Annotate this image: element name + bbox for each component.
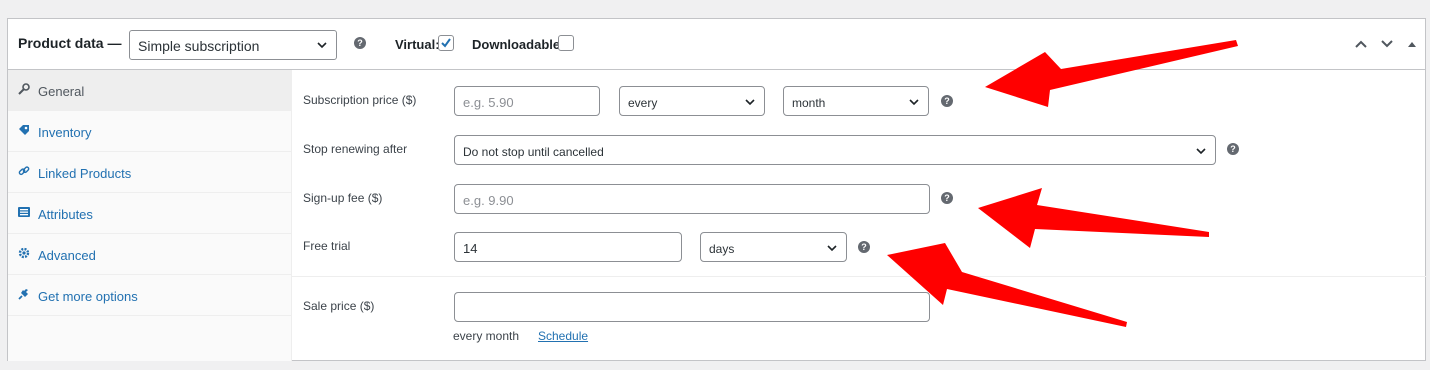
billing-period-select[interactable]: month bbox=[783, 86, 929, 116]
chevron-down-icon bbox=[317, 42, 327, 49]
billing-interval-select[interactable]: every bbox=[619, 86, 765, 116]
product-type-value: Simple subscription bbox=[138, 38, 260, 54]
billing-interval-value: every bbox=[628, 96, 658, 110]
subscription-price-label: Subscription price ($) bbox=[303, 93, 417, 107]
tag-icon bbox=[19, 125, 29, 135]
tab-advanced[interactable]: Advanced bbox=[8, 234, 292, 275]
gear-icon bbox=[18, 247, 30, 259]
stop-renewing-label: Stop renewing after bbox=[303, 142, 408, 156]
signup-fee-input[interactable]: e.g. 9.90 bbox=[454, 184, 930, 214]
downloadable-checkbox[interactable] bbox=[558, 35, 574, 51]
sale-price-input[interactable] bbox=[454, 292, 930, 322]
chevron-down-icon[interactable] bbox=[1380, 38, 1394, 50]
tab-label: Linked Products bbox=[38, 166, 132, 181]
product-data-panel: Product data — Simple subscription ? Vir… bbox=[7, 18, 1426, 361]
free-trial-period-select[interactable]: days bbox=[700, 232, 847, 262]
tab-label: Inventory bbox=[38, 125, 92, 140]
chevron-down-icon bbox=[1196, 148, 1206, 155]
product-type-help-icon[interactable]: ? bbox=[354, 37, 366, 49]
stop-renewing-value: Do not stop until cancelled bbox=[463, 145, 604, 159]
tab-label: General bbox=[38, 84, 85, 99]
tab-get-more-options[interactable]: Get more options bbox=[8, 275, 292, 316]
billing-period-value: month bbox=[792, 96, 826, 110]
signup-fee-label: Sign-up fee ($) bbox=[303, 191, 383, 205]
wrench-icon bbox=[18, 83, 30, 95]
subscription-price-help-icon[interactable]: ? bbox=[941, 95, 953, 107]
product-data-tabs: General Inventory Linked Products Attrib… bbox=[8, 70, 292, 361]
panel-title: Product data — bbox=[18, 35, 122, 51]
signup-fee-help-icon[interactable]: ? bbox=[941, 192, 953, 204]
toggle-panel-icon[interactable] bbox=[1407, 39, 1417, 49]
chevron-up-icon[interactable] bbox=[1354, 38, 1368, 50]
chevron-down-icon bbox=[909, 99, 919, 106]
free-trial-label: Free trial bbox=[303, 239, 351, 253]
free-trial-period-value: days bbox=[709, 242, 735, 256]
stop-renewing-select[interactable]: Do not stop until cancelled bbox=[454, 135, 1216, 165]
tab-label: Get more options bbox=[38, 289, 138, 304]
chevron-down-icon bbox=[827, 245, 837, 252]
tab-label: Attributes bbox=[38, 207, 93, 222]
sale-price-label: Sale price ($) bbox=[303, 299, 375, 313]
schedule-link[interactable]: Schedule bbox=[538, 329, 588, 343]
virtual-label: Virtual: bbox=[395, 37, 440, 52]
checkmark-icon bbox=[441, 38, 451, 48]
tab-general[interactable]: General bbox=[8, 70, 292, 111]
product-type-select[interactable]: Simple subscription bbox=[129, 30, 337, 60]
downloadable-label: Downloadable: bbox=[472, 37, 565, 52]
virtual-checkbox[interactable] bbox=[438, 35, 454, 51]
list-icon bbox=[18, 207, 30, 217]
stop-renewing-help-icon[interactable]: ? bbox=[1227, 143, 1239, 155]
panel-header: Product data — Simple subscription ? Vir… bbox=[8, 19, 1425, 70]
link-icon bbox=[18, 166, 30, 176]
tab-attributes[interactable]: Attributes bbox=[8, 193, 292, 234]
subscription-price-input[interactable]: e.g. 5.90 bbox=[454, 86, 600, 116]
sale-price-period-note: every month bbox=[453, 329, 520, 343]
tab-inventory[interactable]: Inventory bbox=[8, 111, 292, 152]
section-divider bbox=[292, 276, 1426, 277]
free-trial-help-icon[interactable]: ? bbox=[858, 241, 870, 253]
free-trial-length-input[interactable]: 14 bbox=[454, 232, 682, 262]
tab-linked-products[interactable]: Linked Products bbox=[8, 152, 292, 193]
plugin-icon bbox=[18, 289, 28, 300]
tab-label: Advanced bbox=[38, 248, 96, 263]
chevron-down-icon bbox=[745, 99, 755, 106]
